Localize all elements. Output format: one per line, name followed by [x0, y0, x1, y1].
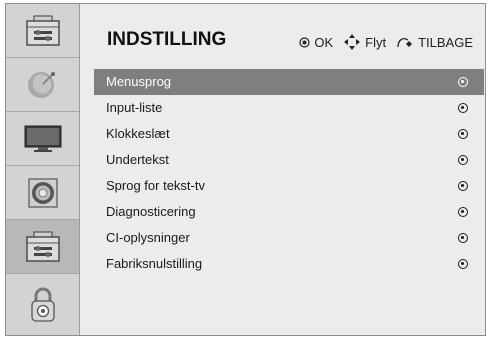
monitor-icon — [24, 125, 61, 152]
menu-item-diagnosticering[interactable]: Diagnosticering — [94, 199, 484, 225]
sidebar-item-audio[interactable] — [6, 166, 79, 220]
hint-move-label: Flyt — [365, 34, 387, 50]
sidebar-item-channel[interactable] — [6, 58, 79, 112]
radio-indicator-icon — [458, 259, 468, 269]
option-toolbox-icon — [25, 230, 60, 262]
hint-move: Flyt — [343, 33, 386, 51]
menu-item-label: Fabriksnulstilling — [106, 256, 203, 271]
menu-item-label: Diagnosticering — [106, 204, 196, 219]
radio-indicator-icon — [458, 103, 468, 113]
settings-menu-list: Menusprog Input-liste Klokkeslæt Underte… — [94, 69, 484, 277]
menu-item-undertekst[interactable]: Undertekst — [94, 147, 484, 173]
hint-back-label: TILBAGE — [418, 34, 473, 50]
option-toolbox-icon — [25, 14, 60, 46]
radio-indicator-icon — [458, 181, 468, 191]
satellite-dish-icon — [27, 71, 55, 98]
back-icon — [397, 38, 413, 48]
menu-item-label: Menusprog — [106, 74, 172, 89]
menu-item-label: Undertekst — [106, 152, 169, 167]
menu-item-label: CI-oplysninger — [106, 230, 190, 245]
button-hints: OK Flyt TILBAGE — [289, 33, 473, 51]
radio-indicator-icon — [458, 129, 468, 139]
move-arrows-icon — [344, 34, 361, 50]
padlock-icon — [30, 287, 55, 322]
page-title: INDSTILLING — [107, 29, 227, 50]
menu-item-label: Klokkeslæt — [106, 126, 170, 141]
menu-item-label: Sprog for tekst-tv — [106, 178, 205, 193]
menu-item-fabriksnulstilling[interactable]: Fabriksnulstilling — [94, 251, 484, 277]
menu-item-input-liste[interactable]: Input-liste — [94, 95, 484, 121]
radio-indicator-icon — [458, 233, 468, 243]
menu-item-label: Input-liste — [106, 100, 163, 115]
hint-back: TILBAGE — [396, 35, 473, 50]
settings-window: INDSTILLING OK Flyt TILBAGE Menusprog In… — [5, 3, 486, 336]
menu-item-klokkeslaet[interactable]: Klokkeslæt — [94, 121, 484, 147]
radio-indicator-icon — [458, 207, 468, 217]
sidebar-item-picture[interactable] — [6, 112, 79, 166]
ok-button-icon — [299, 36, 310, 48]
sidebar — [6, 4, 80, 335]
menu-item-sprog-tekst-tv[interactable]: Sprog for tekst-tv — [94, 173, 484, 199]
hint-ok-label: OK — [314, 34, 334, 50]
sidebar-item-lock[interactable] — [6, 274, 79, 335]
radio-indicator-icon — [458, 155, 468, 165]
header: INDSTILLING OK Flyt TILBAGE — [80, 4, 485, 66]
menu-item-ci-oplysninger[interactable]: CI-oplysninger — [94, 225, 484, 251]
hint-ok: OK — [299, 35, 333, 50]
speaker-icon — [27, 177, 58, 208]
sidebar-item-option[interactable] — [6, 4, 79, 58]
sidebar-item-option-active[interactable] — [6, 220, 79, 274]
radio-indicator-icon — [458, 77, 468, 87]
menu-item-menusprog[interactable]: Menusprog — [94, 69, 484, 95]
